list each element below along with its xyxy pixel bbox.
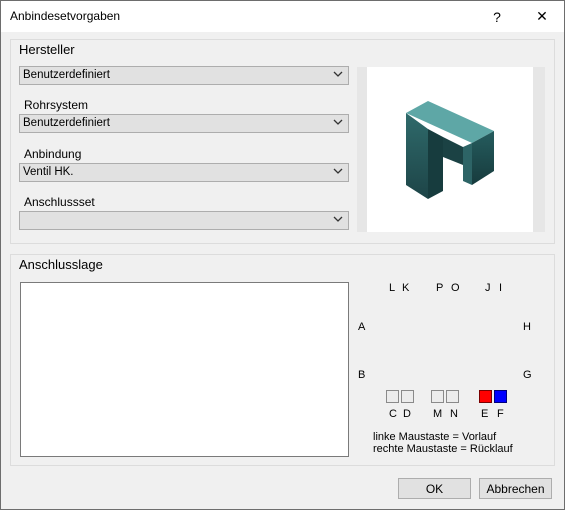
rohrsystem-select[interactable]: Benutzerdefiniert xyxy=(19,114,349,133)
connection-square-F[interactable] xyxy=(494,390,507,403)
manufacturer-logo xyxy=(406,101,494,199)
manufacturer-preview xyxy=(357,67,545,232)
connection-square-N[interactable] xyxy=(446,390,459,403)
chevron-down-icon xyxy=(333,119,343,125)
hint-left-mouse: linke Maustaste = Vorlauf xyxy=(373,431,497,443)
position-label-H: H xyxy=(523,321,531,333)
connection-square-M[interactable] xyxy=(431,390,444,403)
anbindung-select-value: Ventil HK. xyxy=(23,166,74,178)
position-label-B: B xyxy=(358,369,366,381)
hersteller-select[interactable]: Benutzerdefiniert xyxy=(19,66,349,85)
anbindung-select[interactable]: Ventil HK. xyxy=(19,163,349,182)
position-label-P: P xyxy=(436,282,444,294)
hersteller-group-title: Hersteller xyxy=(19,42,75,57)
position-label-O: O xyxy=(451,282,460,294)
preview-canvas xyxy=(367,67,533,232)
dialog-window: Anbindesetvorgaben ? ✕ Hersteller Benutz… xyxy=(0,0,565,510)
position-label-M: M xyxy=(433,408,443,420)
position-label-F: F xyxy=(497,408,504,420)
close-button[interactable]: ✕ xyxy=(519,1,565,32)
window-title: Anbindesetvorgaben xyxy=(10,9,121,23)
rohrsystem-label: Rohrsystem xyxy=(24,98,89,112)
position-label-C: C xyxy=(389,408,397,420)
chevron-down-icon xyxy=(333,71,343,77)
chevron-down-icon xyxy=(333,216,343,222)
position-label-J: J xyxy=(485,282,491,294)
connection-square-E[interactable] xyxy=(479,390,492,403)
connection-square-C[interactable] xyxy=(386,390,399,403)
chevron-down-icon xyxy=(333,168,343,174)
help-button[interactable]: ? xyxy=(474,1,520,32)
cancel-button[interactable]: Abbrechen xyxy=(479,478,552,499)
anschlusslage-group-title: Anschlusslage xyxy=(19,257,103,272)
position-label-A: A xyxy=(358,321,366,333)
connection-square-D[interactable] xyxy=(401,390,414,403)
anbindung-label: Anbindung xyxy=(24,147,82,161)
position-label-D: D xyxy=(403,408,411,420)
anschlussset-label: Anschlussset xyxy=(24,195,95,209)
ok-button[interactable]: OK xyxy=(398,478,471,499)
position-label-L: L xyxy=(389,282,396,294)
anschlussset-select[interactable] xyxy=(19,211,349,230)
position-label-G: G xyxy=(523,369,532,381)
title-bar: Anbindesetvorgaben ? ✕ xyxy=(1,1,564,32)
position-label-I: I xyxy=(499,282,503,294)
position-label-E: E xyxy=(481,408,489,420)
anschlusslage-list[interactable] xyxy=(20,282,349,457)
rohrsystem-select-value: Benutzerdefiniert xyxy=(23,117,110,129)
hint-right-mouse: rechte Maustaste = Rücklauf xyxy=(373,443,513,455)
position-label-N: N xyxy=(450,408,458,420)
hersteller-select-value: Benutzerdefiniert xyxy=(23,69,110,81)
position-label-K: K xyxy=(402,282,410,294)
